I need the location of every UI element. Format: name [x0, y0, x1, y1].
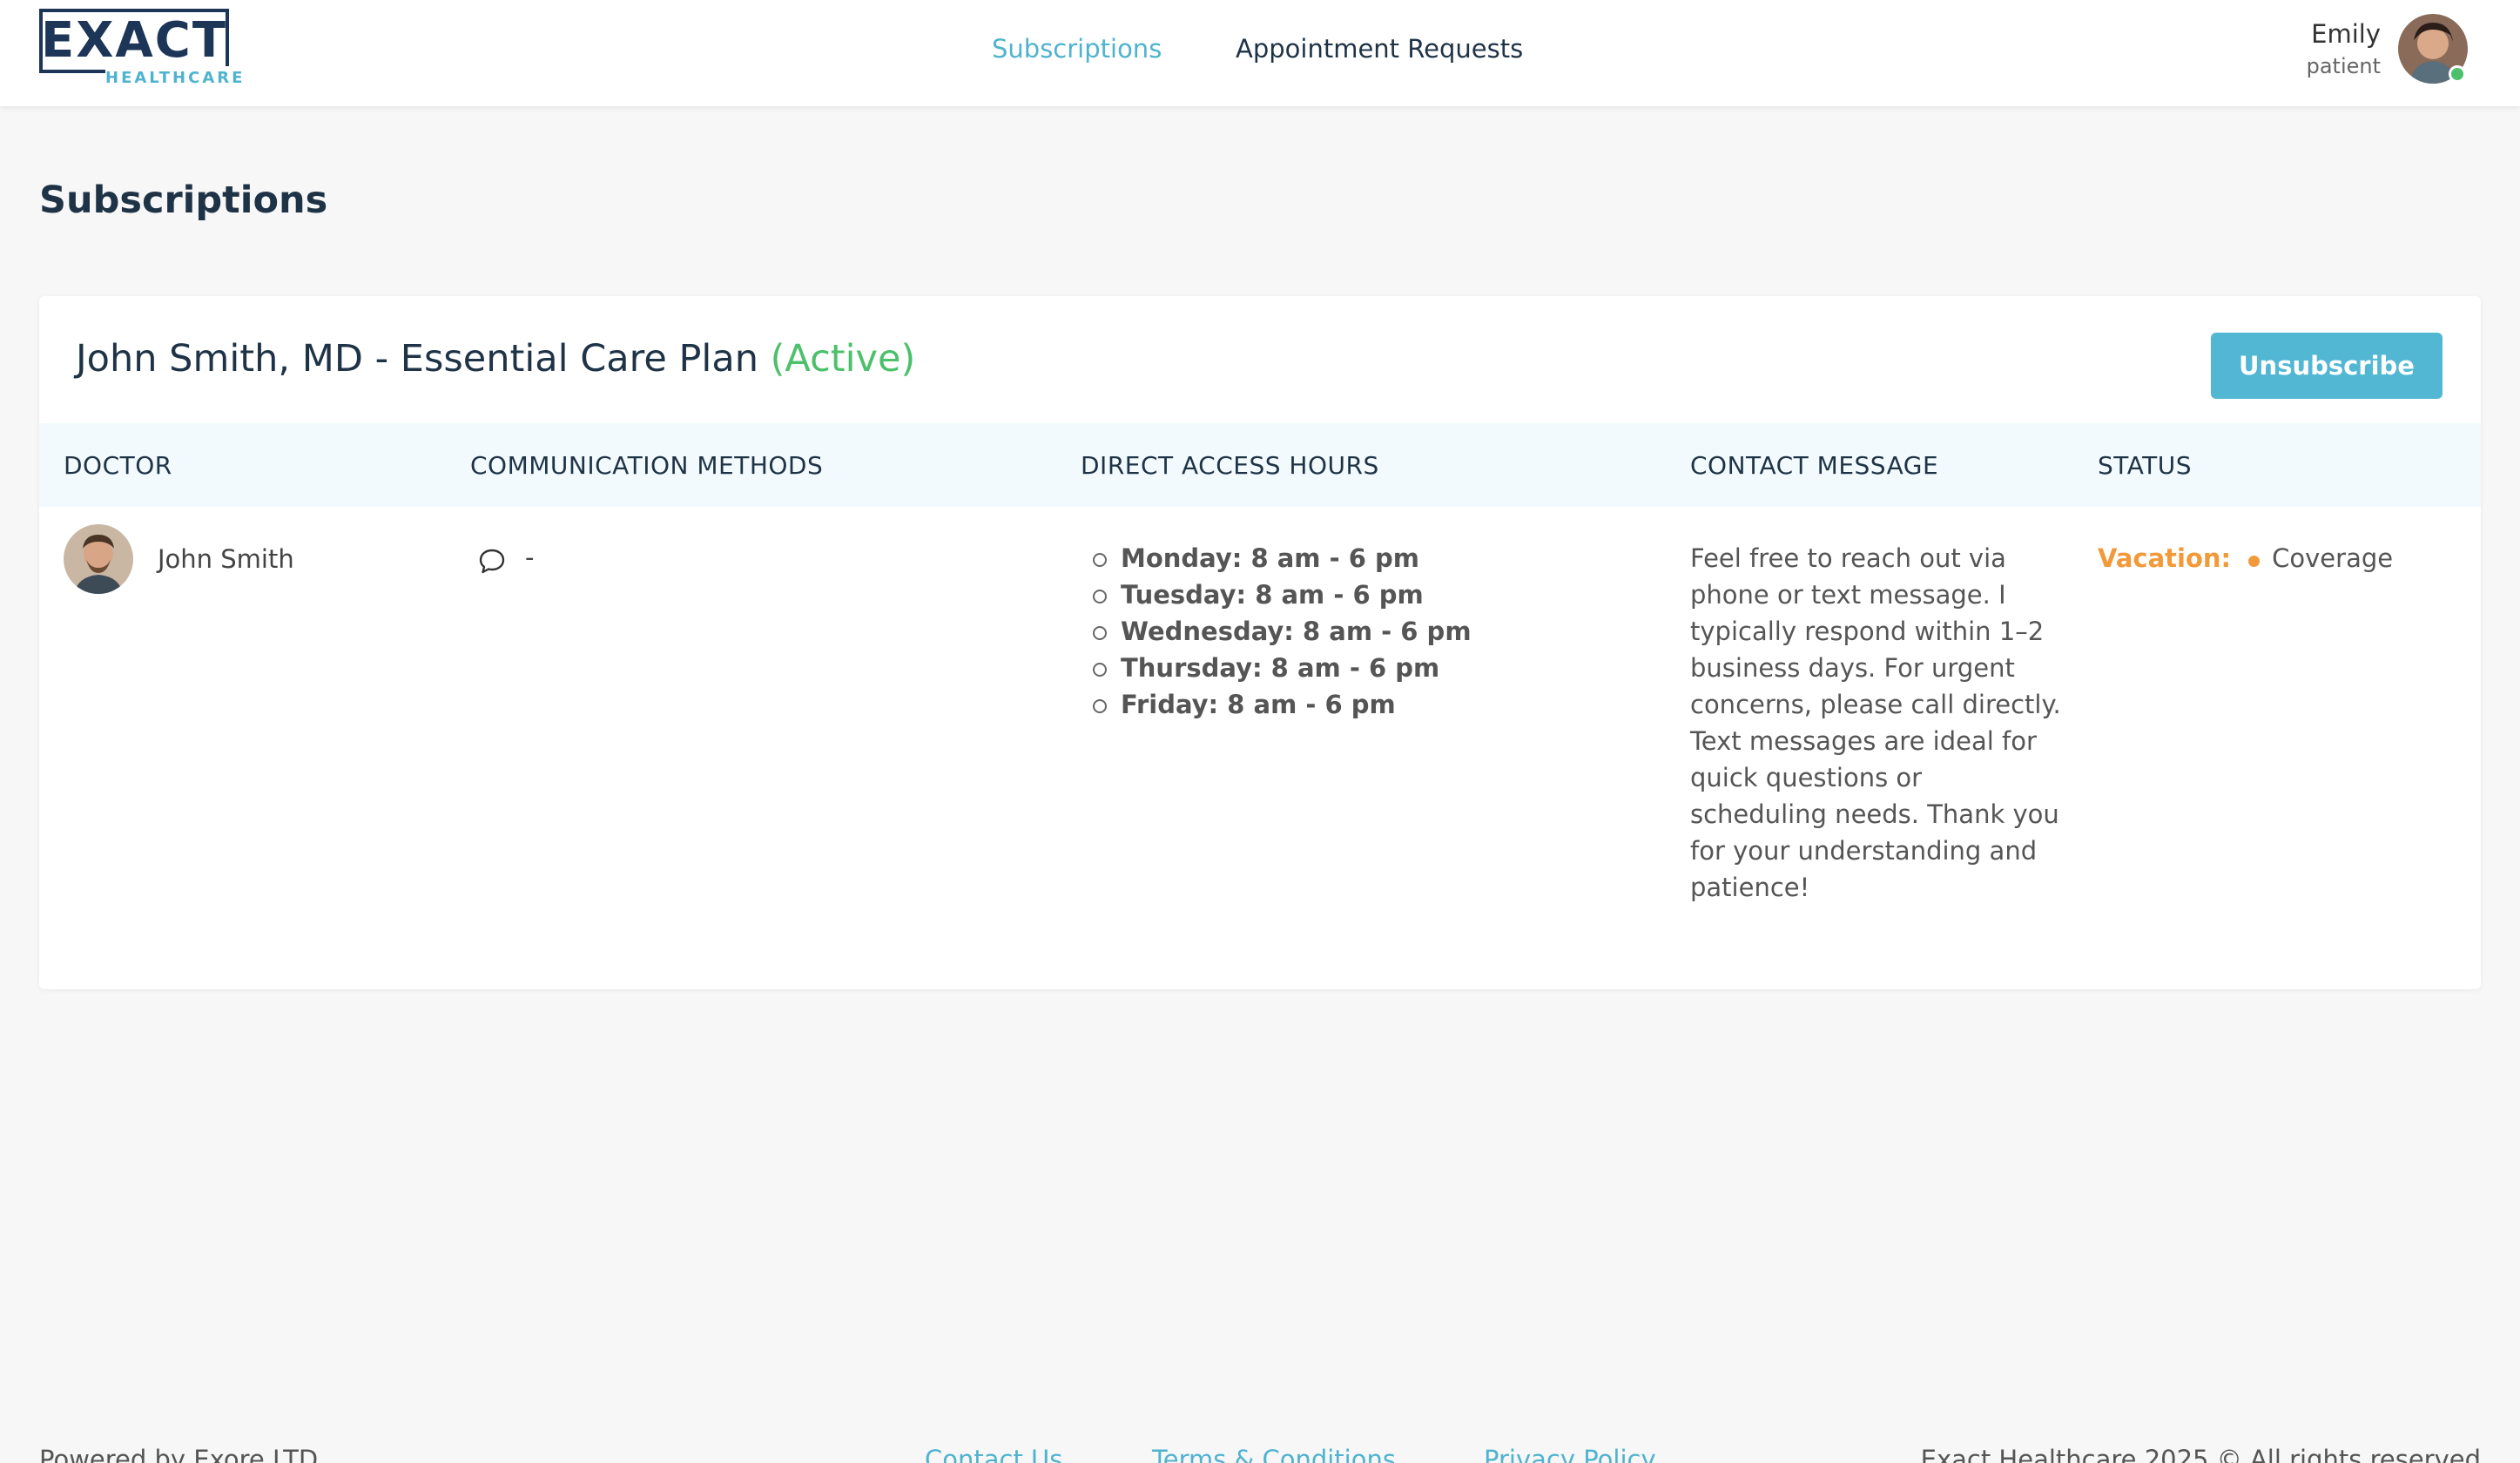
column-header-hours: DIRECT ACCESS HOURS	[1081, 451, 1379, 480]
status-dot	[2248, 556, 2261, 567]
page-title: Subscriptions	[39, 179, 328, 222]
plan-status: (Active)	[770, 337, 916, 381]
communication-value: -	[525, 543, 535, 572]
subscription-card: John Smith, MD - Essential Care Plan (Ac…	[39, 296, 2481, 989]
nav-appointment-requests[interactable]: Appointment Requests	[1236, 31, 1523, 66]
unsubscribe-button[interactable]: Unsubscribe	[2211, 333, 2443, 399]
footer-copyright: Exact Healthcare 2025 © All rights reser…	[1920, 1445, 2481, 1463]
hours-item: Tuesday: 8 am - 6 pm	[1093, 576, 1472, 613]
user-role: patient	[2306, 54, 2381, 78]
plan-title: John Smith, MD - Essential Care Plan (Ac…	[76, 333, 915, 385]
footer-link-terms[interactable]: Terms & Conditions	[1152, 1442, 1396, 1463]
status-cell: Vacation: Coverage	[2098, 540, 2393, 576]
logo-subtitle: HEALTHCARE	[105, 66, 242, 91]
doctor-avatar-image	[64, 524, 133, 594]
hours-item: Thursday: 8 am - 6 pm	[1093, 650, 1472, 686]
column-header-doctor: DOCTOR	[64, 451, 172, 480]
footer-link-privacy[interactable]: Privacy Policy	[1484, 1442, 1656, 1463]
table-row: John Smith - Monday: 8 am - 6 pm Tuesday…	[39, 524, 2481, 960]
column-header-contact-message: CONTACT MESSAGE	[1690, 451, 1939, 480]
exact-healthcare-logo[interactable]: EXACT HEALTHCARE	[39, 9, 242, 91]
hours-item: Wednesday: 8 am - 6 pm	[1093, 613, 1472, 650]
plan-name: John Smith, MD - Essential Care Plan	[76, 337, 758, 381]
table-header: DOCTOR COMMUNICATION METHODS DIRECT ACCE…	[39, 423, 2481, 507]
status-label: Vacation:	[2098, 543, 2232, 573]
hours-item: Friday: 8 am - 6 pm	[1093, 686, 1472, 723]
contact-message: Feel free to reach out via phone or text…	[1690, 543, 2061, 902]
online-status-dot	[2449, 65, 2466, 83]
doctor-name: John Smith	[158, 544, 294, 574]
chat-bubble-icon	[479, 549, 505, 574]
footer-link-contact-us[interactable]: Contact Us	[925, 1442, 1062, 1463]
doctor-avatar	[64, 524, 133, 594]
top-header: EXACT HEALTHCARE Subscriptions Appointme…	[0, 0, 2520, 106]
user-name: Emily	[2311, 19, 2381, 49]
hours-item: Monday: 8 am - 6 pm	[1093, 540, 1472, 576]
status-value: Coverage	[2272, 543, 2394, 573]
logo-wordmark: EXACT	[40, 12, 228, 69]
nav-subscriptions[interactable]: Subscriptions	[992, 31, 1162, 66]
column-header-status: STATUS	[2098, 451, 2193, 480]
direct-access-hours-list: Monday: 8 am - 6 pm Tuesday: 8 am - 6 pm…	[1093, 540, 1472, 723]
column-header-communication: COMMUNICATION METHODS	[470, 451, 824, 480]
footer-powered-by: Powered by Exore LTD	[39, 1445, 319, 1463]
